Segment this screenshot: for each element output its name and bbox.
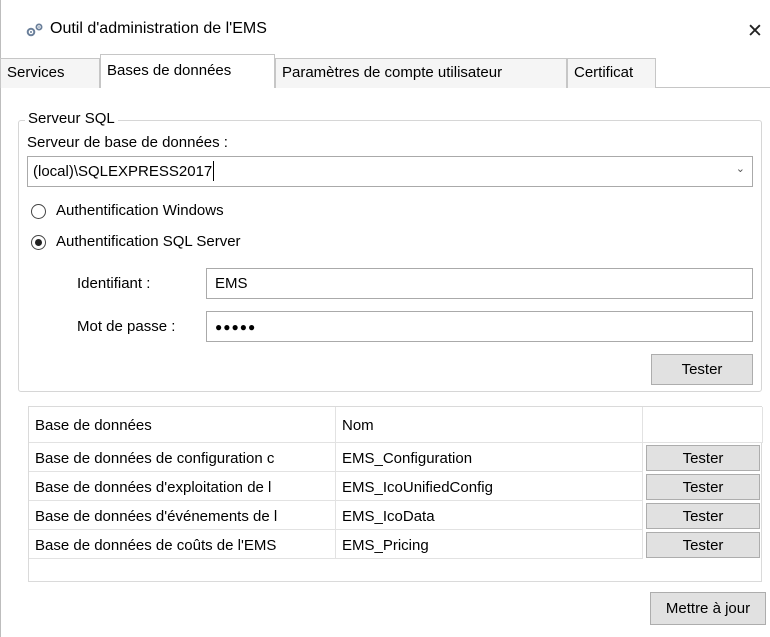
password-input[interactable]: ●●●●●: [206, 311, 753, 342]
column-header-database[interactable]: Base de données: [29, 407, 336, 443]
test-database-button[interactable]: Tester: [646, 532, 760, 558]
table-row-database-cell[interactable]: Base de données d'événements de l: [29, 501, 336, 530]
chevron-down-icon: ⌄: [735, 163, 745, 175]
gears-icon: [26, 23, 43, 37]
table-row-database-cell[interactable]: Base de données de configuration c: [29, 443, 336, 472]
button-label: Mettre à jour: [665, 600, 751, 617]
tab-label: Certificat: [574, 64, 634, 81]
test-database-button[interactable]: Tester: [646, 503, 760, 529]
tab-bases-de-donnees[interactable]: Bases de données: [100, 54, 275, 88]
server-value: (local)\SQLEXPRESS2017: [33, 160, 215, 181]
window-title: Outil d'administration de l'EMS: [50, 20, 267, 37]
radio-auth-sql[interactable]: [31, 235, 46, 250]
server-combobox[interactable]: (local)\SQLEXPRESS2017 ⌄: [27, 156, 753, 187]
column-header-name[interactable]: Nom: [336, 407, 643, 443]
table-row-database-cell[interactable]: Base de données d'exploitation de l: [29, 472, 336, 501]
close-icon: ✕: [747, 20, 763, 42]
databases-grid: Base de données Nom Base de données de c…: [28, 406, 763, 582]
test-connection-button[interactable]: Tester: [651, 354, 753, 385]
button-label: Tester: [681, 361, 723, 378]
table-row-name-cell[interactable]: EMS_IcoUnifiedConfig: [336, 472, 643, 501]
window-border: [0, 0, 1, 637]
login-input[interactable]: EMS: [206, 268, 753, 299]
login-value: EMS: [215, 275, 248, 292]
table-row-name-cell[interactable]: EMS_Pricing: [336, 530, 643, 559]
table-row-name-cell[interactable]: EMS_IcoData: [336, 501, 643, 530]
title-bar: Outil d'administration de l'EMS ✕: [0, 0, 770, 52]
auth-sql-label[interactable]: Authentification SQL Server: [56, 233, 241, 250]
radio-auth-windows[interactable]: [31, 204, 46, 219]
auth-windows-label[interactable]: Authentification Windows: [56, 202, 224, 219]
test-database-button[interactable]: Tester: [646, 445, 760, 471]
column-header-action: [643, 407, 763, 443]
table-row-database-cell[interactable]: Base de données de coûts de l'EMS: [29, 530, 336, 559]
server-label: Serveur de base de données :: [27, 134, 228, 151]
group-title: Serveur SQL: [25, 110, 118, 127]
tab-parametres-compte[interactable]: Paramètres de compte utilisateur: [275, 58, 567, 88]
radio-selected-dot: [35, 239, 42, 246]
tab-certificat[interactable]: Certificat: [567, 58, 656, 88]
tab-services[interactable]: Services: [0, 58, 100, 88]
tab-label: Bases de données: [107, 62, 232, 79]
password-value: ●●●●●: [215, 320, 257, 334]
tab-label: Services: [7, 64, 65, 81]
update-button[interactable]: Mettre à jour: [650, 592, 766, 625]
table-row-name-cell[interactable]: EMS_Configuration: [336, 443, 643, 472]
password-label: Mot de passe :: [77, 318, 176, 335]
tab-label: Paramètres de compte utilisateur: [282, 64, 503, 81]
close-button[interactable]: ✕: [740, 14, 770, 48]
login-label: Identifiant :: [77, 275, 151, 292]
test-database-button[interactable]: Tester: [646, 474, 760, 500]
ems-admin-window: Outil d'administration de l'EMS ✕ Servic…: [0, 0, 770, 637]
